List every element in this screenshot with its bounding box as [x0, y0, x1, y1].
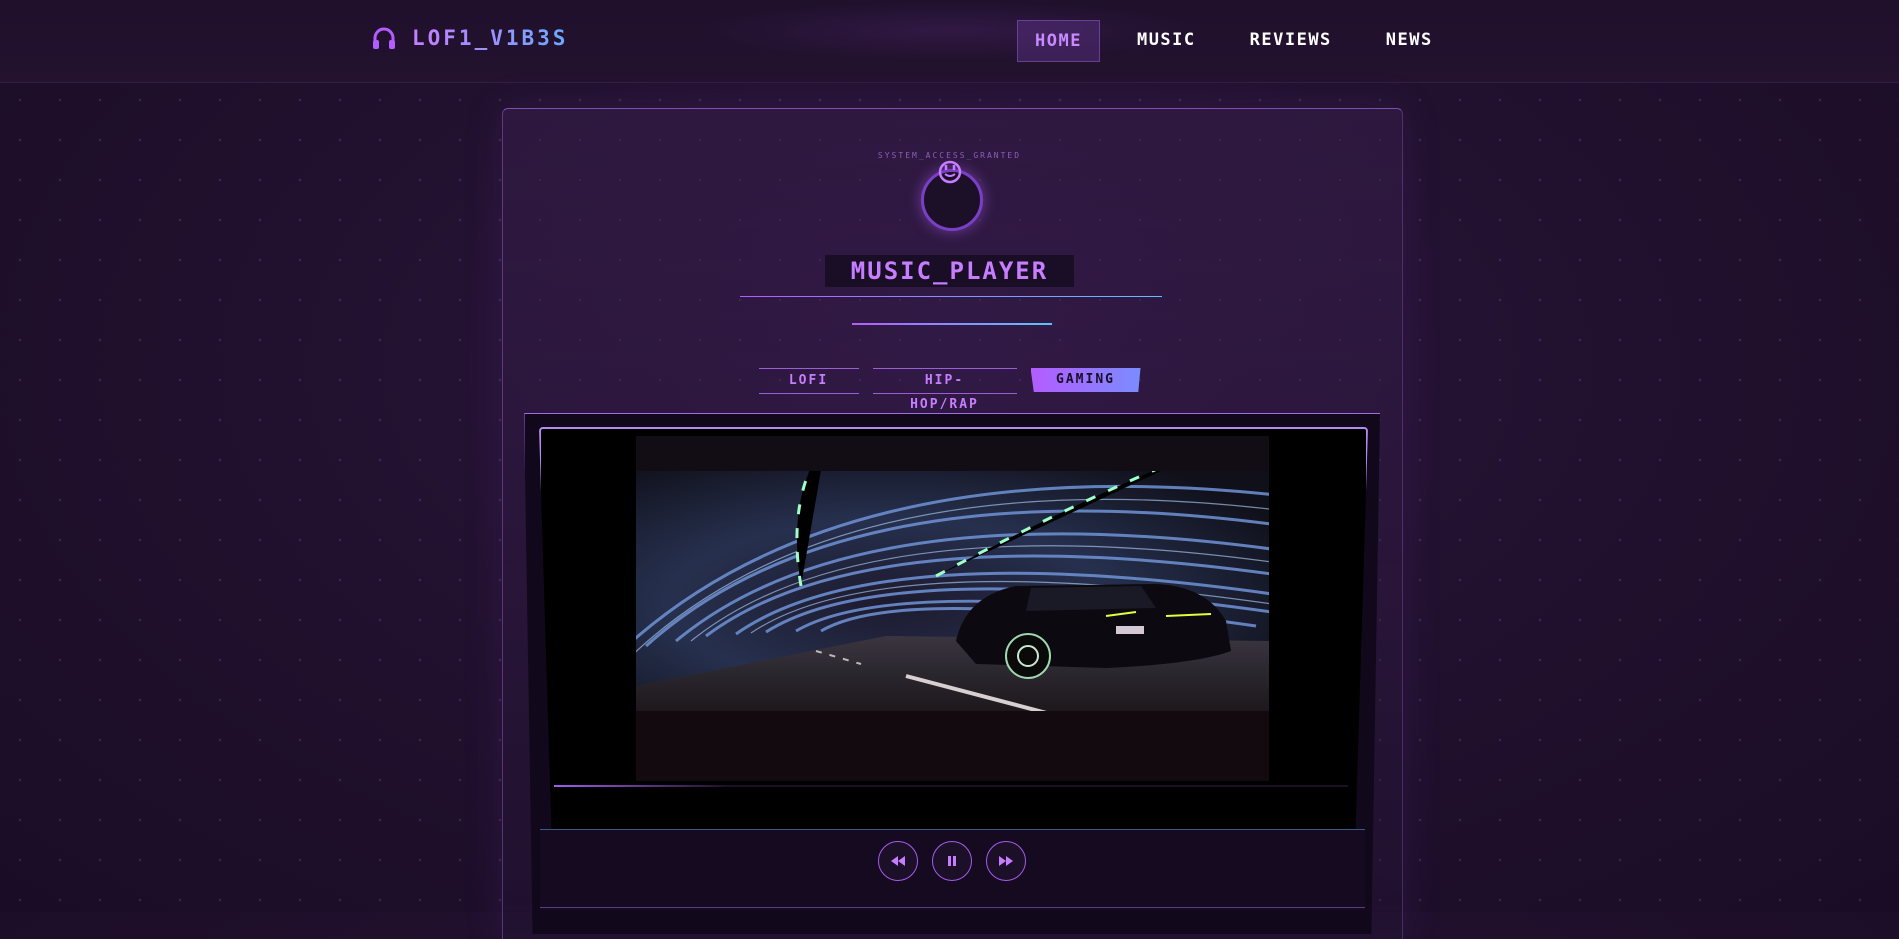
headphones-icon [373, 27, 395, 49]
tunnel-scene-image [636, 436, 1269, 781]
title-divider [740, 296, 1162, 297]
progress-fill [554, 785, 729, 787]
tab-hip-hop-rap[interactable]: HIP-HOP/RAP [872, 368, 1017, 412]
site-logo[interactable]: LOF1_V1B3S [370, 24, 568, 52]
tab-lofi[interactable]: LOFI [758, 368, 859, 394]
nav-news[interactable]: NEWS [1369, 20, 1450, 60]
pause-button[interactable] [932, 841, 972, 881]
title-underline [852, 323, 1052, 325]
page-title: MUSIC_PLAYER [824, 255, 1075, 287]
genre-tabs: LOFI HIP-HOP/RAP GAMING [0, 368, 1899, 412]
rewind-icon [891, 856, 905, 866]
fast-forward-button[interactable] [986, 841, 1026, 881]
fast-forward-icon [999, 856, 1013, 866]
nav-music[interactable]: MUSIC [1120, 20, 1213, 60]
logo-text: LOF1_V1B3S [412, 26, 569, 50]
player-bottom-line [540, 907, 1365, 908]
nav-home[interactable]: HOME [1017, 20, 1100, 62]
smiley-icon [938, 160, 962, 184]
pause-icon [948, 856, 956, 866]
title-wrapper: MUSIC_PLAYER [0, 255, 1899, 287]
rewind-button[interactable] [878, 841, 918, 881]
main-nav: HOME MUSIC REVIEWS NEWS [1017, 20, 1470, 62]
top-header: LOF1_V1B3S HOME MUSIC REVIEWS NEWS [0, 0, 1899, 83]
nav-reviews[interactable]: REVIEWS [1233, 20, 1349, 60]
video-thumbnail[interactable] [636, 436, 1269, 781]
tab-gaming[interactable]: GAMING [1030, 368, 1141, 392]
